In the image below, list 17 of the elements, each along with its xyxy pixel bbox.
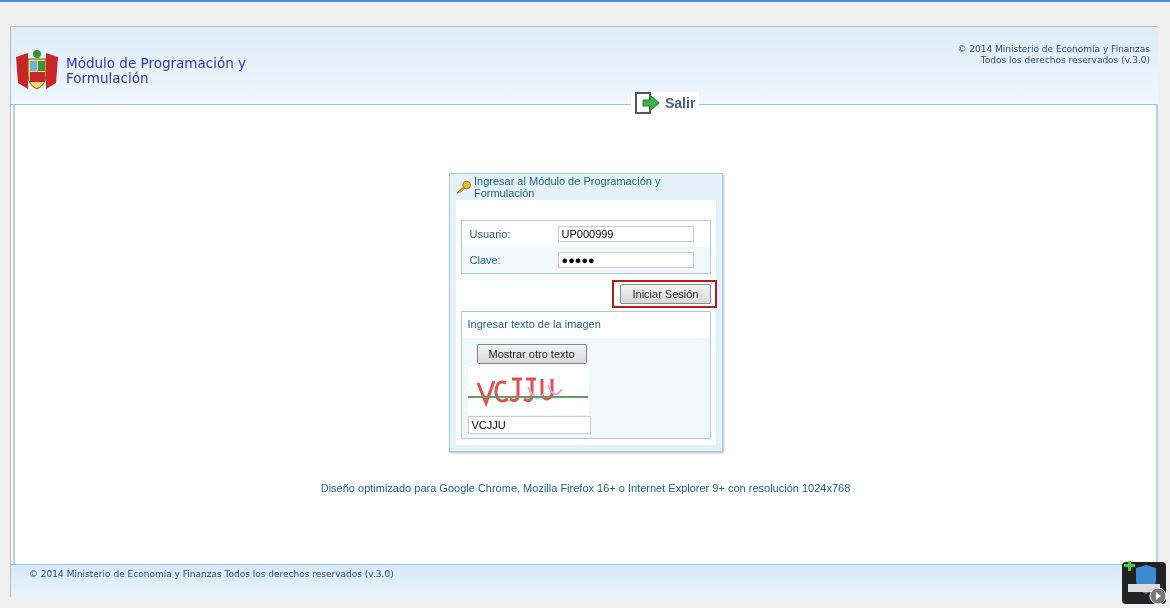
logout-button[interactable]: Salir	[631, 92, 700, 114]
shield-lock-icon[interactable]	[1120, 560, 1168, 606]
copyright-text: © 2014 Ministerio de Economía y Finanzas Todos los derechos reservados (v.3.0)	[957, 44, 1150, 67]
login-button[interactable]: Iniciar Sesión	[620, 284, 711, 304]
footer-copyright: © 2014 Ministerio de Economía y Finanzas Todos los derechos reservados (v.3.0)	[29, 569, 394, 579]
field-label: Usuario:	[468, 228, 512, 240]
field-label: Clave:	[468, 254, 502, 266]
captcha-input[interactable]: VCJJU	[467, 416, 591, 434]
input-field[interactable]: ●●●●●	[557, 252, 694, 268]
input-field[interactable]: UP000999	[557, 226, 694, 242]
captcha-heading: Ingresar texto de la imagen	[461, 312, 710, 338]
exit-icon	[635, 92, 661, 114]
panel-title: Ingresar al Módulo de Programación y Formulación	[473, 175, 662, 199]
browser-note: Diseño optimizado para Google Chrome, Mozilla Firefox 16+ o Internet Explorer 9+ con resolución 1024x768	[320, 482, 851, 494]
refresh-captcha-button[interactable]: Mostrar otro texto	[476, 344, 587, 364]
app-title: Módulo de Programación y Formulación	[66, 56, 246, 86]
key-icon	[455, 180, 471, 194]
